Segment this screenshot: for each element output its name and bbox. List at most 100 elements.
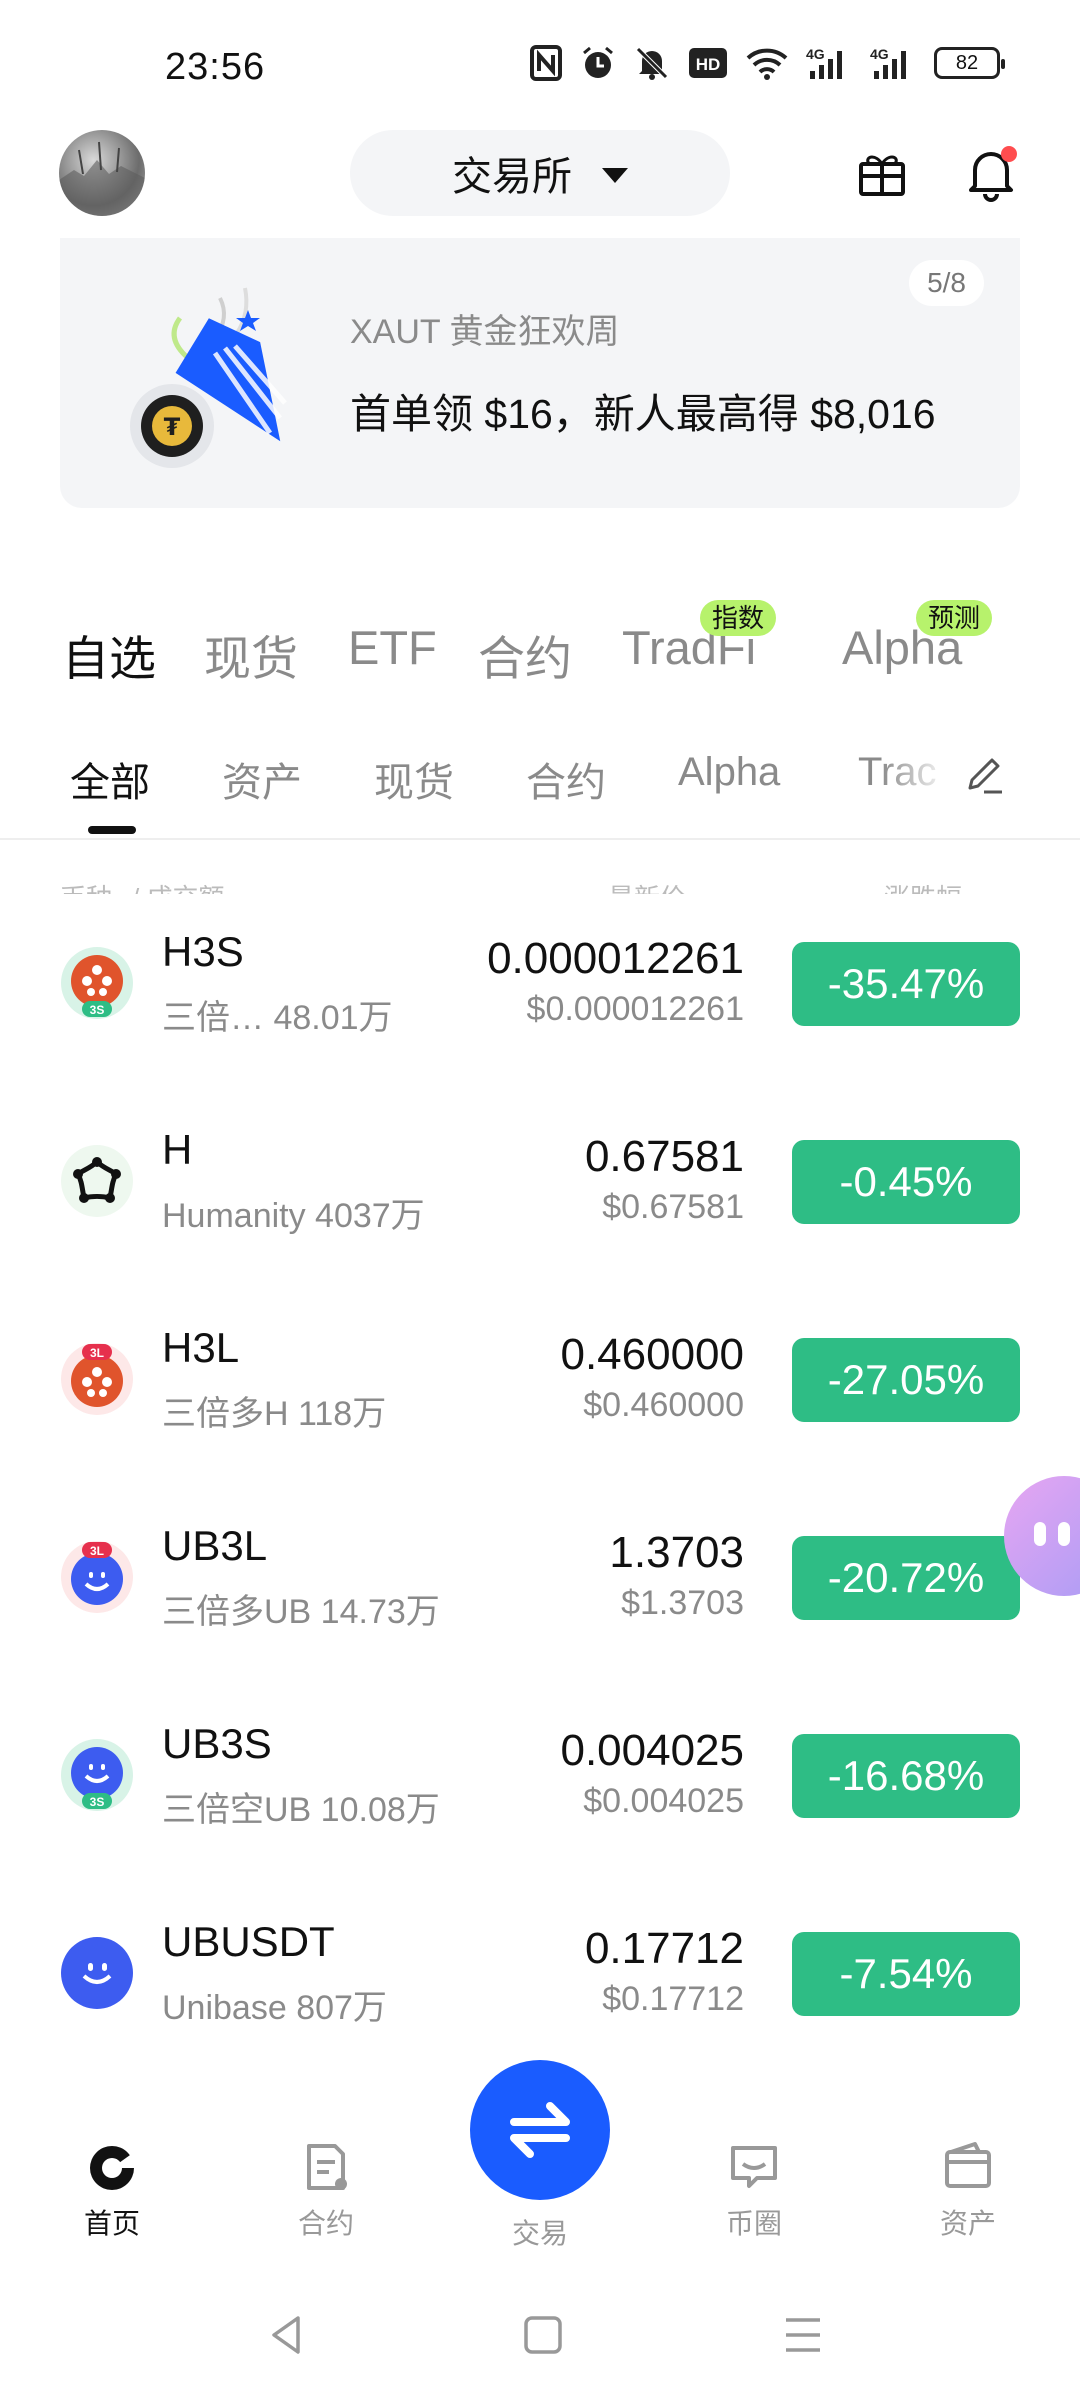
tab-etf[interactable]: ETF (348, 620, 437, 675)
subtab-futures[interactable]: 合约 (526, 750, 606, 808)
nav-community[interactable]: 币圈 (684, 2140, 824, 2242)
last-price: 0.67581 (584, 1132, 744, 1181)
table-row[interactable]: 3S H3S 三倍… 48.01万 0.000012261 $0.0000122… (0, 900, 1080, 1098)
wallet-icon (941, 2140, 995, 2194)
signal-icon-2: 4G (870, 44, 916, 82)
network-type-2: 4G (870, 46, 889, 62)
coin-symbol: UBUSDT (162, 1918, 335, 1965)
price-usd: $0.17712 (602, 1980, 744, 2018)
community-chat-icon (727, 2140, 781, 2194)
coin-symbol: H (162, 1126, 193, 1173)
battery-level: 82 (955, 51, 979, 74)
table-row[interactable]: 3L UB3L 三倍多UB 14.73万 1.3703 $1.3703 -20.… (0, 1494, 1080, 1692)
change-badge[interactable]: -16.68% (792, 1734, 1020, 1818)
notification-bell-icon[interactable] (965, 144, 1021, 202)
alarm-icon (580, 44, 616, 82)
table-row[interactable]: 3L H3L 三倍多H 118万 0.460000 $0.460000 -27.… (0, 1296, 1080, 1494)
tab-spot[interactable]: 现货 (204, 620, 298, 689)
edit-icon[interactable] (962, 752, 1006, 796)
nfc-icon (530, 44, 562, 82)
change-badge[interactable]: -35.47% (792, 942, 1020, 1026)
coin-symbol: H3L (162, 1324, 240, 1371)
svg-text:₮: ₮ (164, 413, 181, 441)
coin-badge-3s: 3S (90, 1003, 105, 1017)
futures-doc-icon (299, 2140, 353, 2194)
banner-title: XAUT 黄金狂欢周 (350, 313, 620, 351)
nav-home[interactable]: 首页 (42, 2140, 182, 2242)
battery-icon: 82 (934, 44, 1005, 82)
ub3l-coin-icon: 3L (60, 1540, 134, 1614)
exchange-label: 交易所 (452, 155, 572, 199)
swap-arrows-icon (510, 2102, 570, 2158)
coin-volume: Humanity 4037万 (162, 1197, 425, 1235)
menu-icon[interactable] (778, 2310, 828, 2360)
last-price: 0.460000 (560, 1330, 744, 1379)
promo-banner[interactable]: 5/8 ₮ XAUT 黄金狂欢周 首单领 $16，新人最高得 $8,016 (60, 238, 1020, 508)
col-header-coin: 币种 (60, 878, 112, 894)
col-header-price: 最新价 (608, 878, 686, 894)
last-price: 0.000012261 (487, 934, 744, 983)
price-usd: $0.004025 (583, 1782, 744, 1820)
table-row[interactable]: 3S UB3S 三倍空UB 10.08万 0.004025 $0.004025 … (0, 1692, 1080, 1890)
change-badge[interactable]: -20.72% (792, 1536, 1020, 1620)
price-usd: $1.3703 (621, 1584, 744, 1622)
col-header-volume: / 成交额 (132, 878, 224, 894)
banner-text: 首单领 $16，新人最高得 $8,016 (350, 391, 936, 437)
nav-label: 首页 (83, 2208, 140, 2239)
nav-label: 币圈 (725, 2208, 782, 2239)
change-badge[interactable]: -27.05% (792, 1338, 1020, 1422)
back-icon[interactable] (262, 2310, 312, 2360)
column-headers: 币种 / 成交额 最新价 涨跌幅 (60, 872, 1020, 894)
party-popper-icon: ₮ (120, 278, 310, 468)
status-icons: HD 4G 4G 82 (530, 44, 1005, 82)
humanity-coin-icon (60, 1144, 134, 1218)
home-icon (85, 2140, 139, 2194)
coin-badge-3l: 3L (90, 1544, 104, 1558)
tab-watchlist[interactable]: 自选 (62, 620, 156, 689)
trade-button[interactable] (470, 2060, 610, 2200)
h3s-coin-icon: 3S (60, 946, 134, 1020)
ub3s-coin-icon: 3S (60, 1738, 134, 1812)
dropdown-arrow-icon (602, 167, 628, 183)
notification-dot (1001, 146, 1017, 162)
nav-label: 合约 (297, 2208, 354, 2239)
mute-icon (634, 44, 670, 82)
nav-assets[interactable]: 资产 (898, 2140, 1038, 2242)
coin-symbol: H3S (162, 928, 244, 975)
nav-trade-label[interactable]: 交易 (470, 2212, 610, 2252)
subtab-spot[interactable]: 现货 (374, 750, 454, 808)
coin-volume: 三倍… 48.01万 (162, 999, 393, 1037)
nav-futures[interactable]: 合约 (256, 2140, 396, 2242)
change-badge[interactable]: -7.54% (792, 1932, 1020, 2016)
change-badge[interactable]: -0.45% (792, 1140, 1020, 1224)
hd-icon: HD (688, 44, 728, 82)
coin-volume: 三倍多H 118万 (162, 1395, 387, 1433)
subtab-all[interactable]: 全部 (70, 750, 150, 808)
gift-icon[interactable] (857, 148, 907, 198)
coin-badge-3s: 3S (90, 1795, 105, 1809)
coin-symbol: UB3S (162, 1720, 272, 1767)
h3l-coin-icon: 3L (60, 1342, 134, 1416)
subtab-alpha[interactable]: Alpha (678, 750, 780, 795)
alpha-tag: 预测 (916, 600, 993, 636)
subtab-assets[interactable]: 资产 (222, 750, 302, 808)
svg-text:HD: HD (696, 55, 721, 74)
last-price: 0.17712 (584, 1924, 744, 1973)
system-nav-bar (0, 2290, 1080, 2380)
table-row[interactable]: H Humanity 4037万 0.67581 $0.67581 -0.45% (0, 1098, 1080, 1296)
signal-icon: 4G (806, 44, 852, 82)
wifi-icon (746, 44, 788, 82)
exchange-switcher[interactable]: 交易所 (350, 130, 730, 216)
banner-counter: 5/8 (909, 260, 984, 306)
status-time: 23:56 (165, 46, 266, 88)
table-row[interactable]: UBUSDT Unibase 807万 0.17712 $0.17712 -7.… (0, 1890, 1080, 2088)
home-button-icon[interactable] (518, 2310, 568, 2360)
last-price: 1.3703 (609, 1528, 744, 1577)
col-header-change: 涨跌幅 (884, 878, 962, 894)
price-usd: $0.460000 (583, 1386, 744, 1424)
nav-label: 资产 (939, 2208, 996, 2239)
coin-badge-3l: 3L (90, 1346, 104, 1360)
coin-symbol: UB3L (162, 1522, 268, 1569)
tab-futures[interactable]: 合约 (478, 620, 572, 689)
avatar[interactable] (59, 130, 145, 216)
